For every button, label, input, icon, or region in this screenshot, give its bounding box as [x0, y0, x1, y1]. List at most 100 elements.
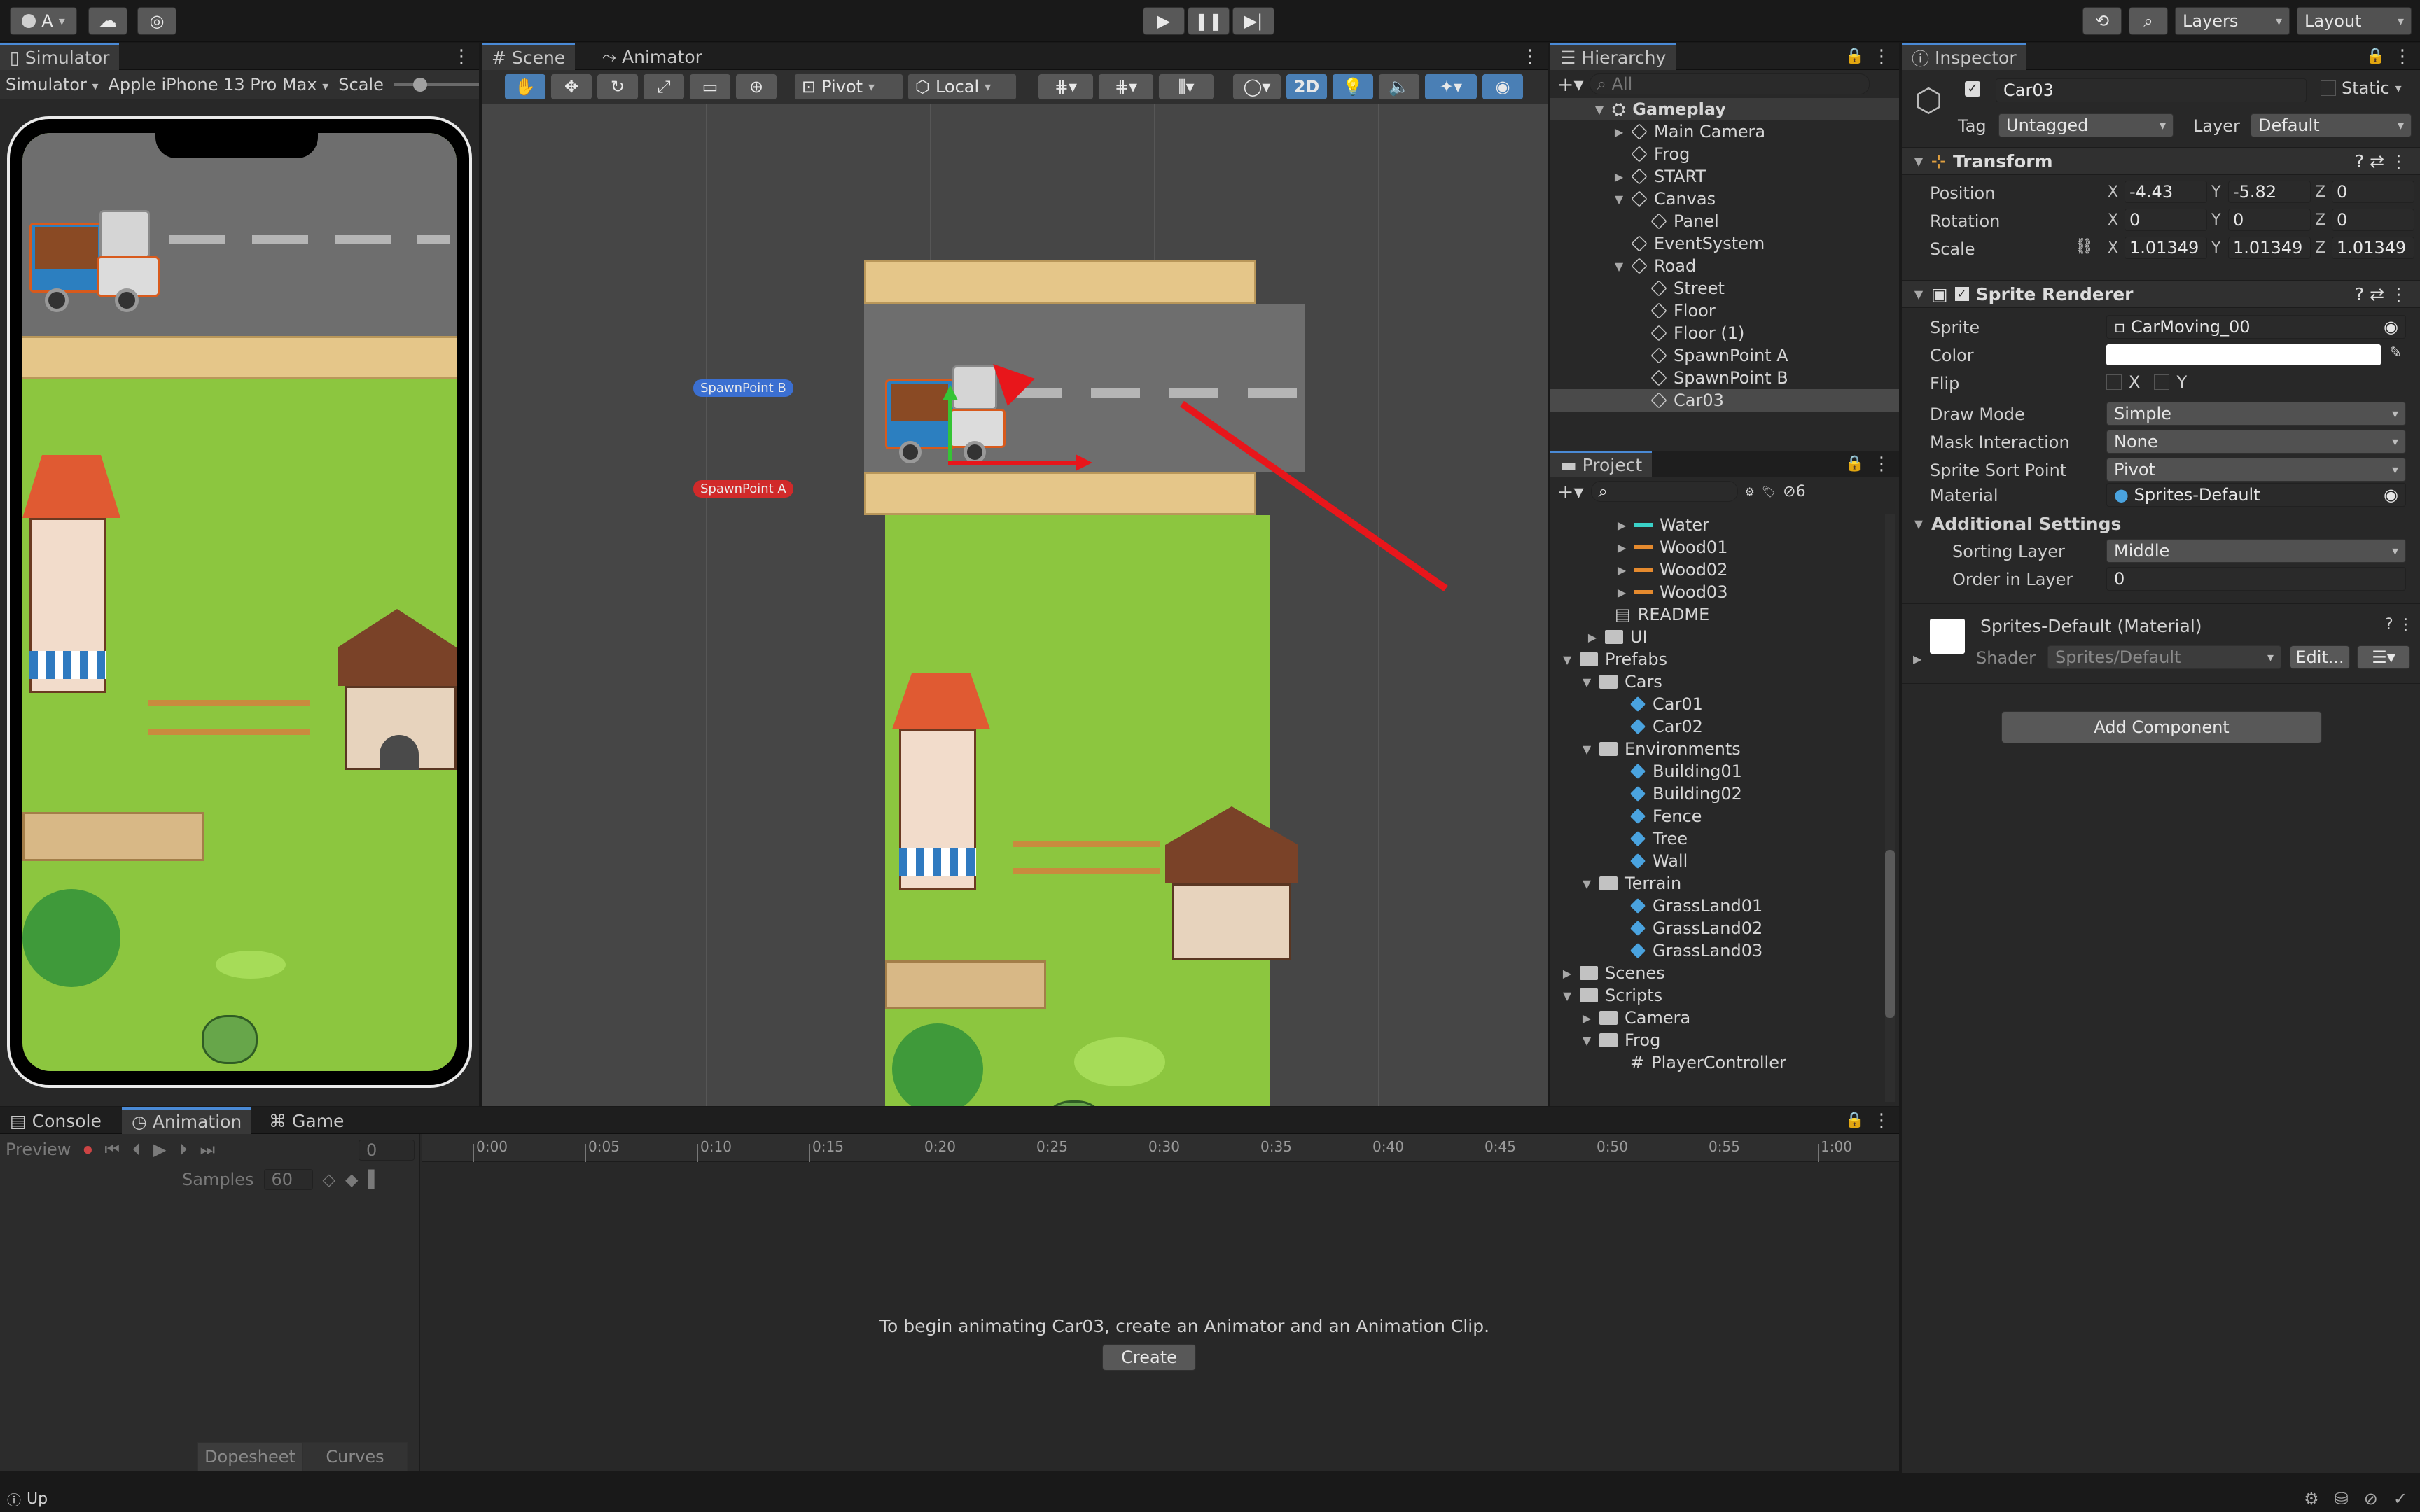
simulator-mode-dropdown[interactable]: Simulator ▾: [6, 75, 99, 94]
transform-rotation-x-input[interactable]: 0: [2125, 209, 2207, 231]
project-item[interactable]: ▼ Terrain: [1581, 872, 1681, 895]
debug-icon[interactable]: ⚙: [2304, 1489, 2319, 1508]
layer-dropdown[interactable]: Default ▾: [2251, 113, 2412, 137]
add-keyframe-icon[interactable]: ◇: [323, 1170, 335, 1189]
tab-hierarchy[interactable]: ☰ Hierarchy: [1550, 43, 1676, 70]
dopesheet-tab[interactable]: Dopesheet: [197, 1442, 302, 1471]
transform-scale-x-input[interactable]: 1.01349: [2125, 237, 2207, 259]
last-key-icon[interactable]: ⏭: [200, 1140, 216, 1159]
draw-mode-dropdown[interactable]: Simple ▾: [2106, 402, 2406, 426]
frame-input[interactable]: 0: [359, 1140, 415, 1161]
network-icon[interactable]: ⊘: [2364, 1489, 2378, 1508]
material-field[interactable]: ● Sprites-Default ◉: [2106, 483, 2406, 507]
sprite-field[interactable]: ▫ CarMoving_00 ◉: [2106, 315, 2406, 339]
panel-menu-icon[interactable]: ⋮: [1872, 46, 1891, 67]
filter-label-icon[interactable]: 🏷: [1762, 485, 1776, 498]
game-view-screen[interactable]: [22, 133, 457, 1071]
tab-console[interactable]: ▤ Console: [0, 1107, 111, 1134]
progress-icon[interactable]: ✓: [2393, 1489, 2407, 1508]
rect-tool-button[interactable]: ▭: [689, 74, 731, 100]
sorting-layer-dropdown[interactable]: Middle ▾: [2106, 539, 2406, 563]
project-search-input[interactable]: ⌕: [1590, 481, 1738, 502]
project-item[interactable]: Fence: [1612, 805, 1702, 827]
layers-dropdown[interactable]: Layers ▾: [2175, 7, 2290, 35]
preview-button[interactable]: Preview: [6, 1140, 71, 1159]
tab-simulator[interactable]: ▯ Simulator: [0, 43, 120, 70]
tab-scene[interactable]: # Scene: [482, 43, 576, 70]
hierarchy-search-input[interactable]: ⌕ All: [1589, 74, 1870, 94]
filter-type-icon[interactable]: ⚙: [1745, 485, 1755, 498]
prev-key-icon[interactable]: ⏴: [132, 1140, 141, 1159]
project-item[interactable]: GrassLand03: [1612, 939, 1762, 962]
first-key-icon[interactable]: ⏮: [104, 1140, 120, 1159]
timeline-ruler[interactable]: 0:00 0:05 0:10 0:15 0:20 0:25 0:30 0:35 0:40 0:45…: [422, 1134, 1899, 1162]
hierarchy-item-road[interactable]: ▼ Road: [1613, 255, 1696, 277]
tab-project[interactable]: ▬ Project: [1550, 451, 1653, 477]
panel-menu-icon[interactable]: ⋮: [452, 46, 471, 67]
spawnpoint-b-label[interactable]: SpawnPoint B: [693, 379, 793, 397]
search-button[interactable]: ⌕: [2129, 7, 2168, 35]
add-component-button[interactable]: Add Component: [2001, 711, 2322, 743]
rotate-tool-button[interactable]: ↻: [597, 74, 639, 100]
project-item[interactable]: ▶ Wood01: [1616, 536, 1728, 559]
object-picker-icon[interactable]: ◉: [2384, 317, 2398, 337]
pivot-dropdown[interactable]: ⊡ Pivot ▾: [794, 74, 903, 100]
project-item[interactable]: ▶ Camera: [1581, 1007, 1690, 1029]
enabled-checkbox[interactable]: ✓: [1954, 287, 1969, 301]
hierarchy-item-spawnpoint-a[interactable]: SpawnPoint A: [1650, 344, 1788, 367]
project-item[interactable]: Building02: [1612, 783, 1742, 805]
2d-toggle-button[interactable]: 2D: [1286, 74, 1328, 100]
project-item[interactable]: Wall: [1612, 850, 1688, 872]
hand-tool-button[interactable]: ✋: [504, 74, 546, 100]
project-item[interactable]: ▼ Environments: [1581, 738, 1741, 760]
samples-input[interactable]: 60: [263, 1169, 313, 1190]
cloud-button[interactable]: ☁: [88, 7, 127, 35]
additional-settings-foldout[interactable]: ▼ Additional Settings: [1913, 514, 2122, 534]
scale-slider[interactable]: [393, 78, 479, 92]
curves-tab[interactable]: Curves: [302, 1442, 408, 1471]
effects-button[interactable]: ✦▾: [1424, 74, 1477, 100]
static-checkbox[interactable]: [2321, 80, 2336, 96]
account-button[interactable]: A ▾: [10, 7, 77, 35]
transform-scale-y-input[interactable]: 1.01349: [2228, 237, 2311, 259]
project-item[interactable]: Car02: [1612, 715, 1703, 738]
lock-icon[interactable]: 🔒: [1845, 1112, 1864, 1129]
add-key-icon[interactable]: ◆: [345, 1170, 358, 1189]
project-item[interactable]: ▤ README: [1597, 603, 1709, 626]
project-item[interactable]: ▶ Wood02: [1616, 559, 1728, 581]
transform-scale-z-input[interactable]: 1.01349: [2332, 237, 2414, 259]
tab-game[interactable]: ⌘ Game: [259, 1107, 354, 1134]
scale-tool-button[interactable]: ⤢: [643, 74, 685, 100]
hierarchy-item-gameplay[interactable]: ▼ ⛭ Gameplay: [1550, 98, 1899, 120]
play-icon[interactable]: ▶: [153, 1140, 166, 1159]
transform-tool-button[interactable]: ⊕: [735, 74, 777, 100]
transform-rotation-z-input[interactable]: 0: [2332, 209, 2414, 231]
tab-inspector[interactable]: ⓘ Inspector: [1902, 43, 2026, 70]
edit-shader-button[interactable]: Edit...: [2290, 645, 2350, 669]
hierarchy-item-frog[interactable]: Frog: [1631, 143, 1690, 165]
color-swatch[interactable]: [2106, 344, 2381, 365]
hierarchy-item-start[interactable]: ▶ START: [1613, 165, 1706, 188]
project-item[interactable]: GrassLand01: [1612, 895, 1762, 917]
project-item[interactable]: ▶ UI: [1587, 626, 1648, 648]
panel-menu-icon[interactable]: ⋮: [2393, 46, 2412, 67]
transform-rotation-y-input[interactable]: 0: [2228, 209, 2311, 231]
sprite-renderer-header[interactable]: ▼ ▣ ✓ Sprite Renderer? ⇄ ⋮: [1902, 280, 2420, 308]
draw-mode-button[interactable]: ◯▾: [1232, 74, 1281, 100]
flip-y-checkbox[interactable]: [2154, 374, 2170, 390]
transform-position-x-input[interactable]: -4.43: [2125, 181, 2207, 203]
move-tool-button[interactable]: ✥: [550, 74, 592, 100]
panel-menu-icon[interactable]: ⋮: [1872, 1110, 1891, 1131]
active-checkbox[interactable]: ✓: [1965, 81, 1980, 97]
hierarchy-item-car03[interactable]: Car03: [1550, 389, 1899, 412]
project-item[interactable]: GrassLand02: [1612, 917, 1762, 939]
panel-menu-icon[interactable]: ⋮: [1872, 454, 1891, 475]
lock-icon[interactable]: 🔒: [1845, 455, 1864, 472]
undo-history-button[interactable]: ⟲: [2082, 7, 2122, 35]
project-item[interactable]: ▼ Prefabs: [1562, 648, 1667, 671]
project-item[interactable]: ▼ Scripts: [1562, 984, 1662, 1007]
hierarchy-item-street[interactable]: Street: [1650, 277, 1725, 300]
project-item[interactable]: Car01: [1612, 693, 1703, 715]
tab-animation[interactable]: ◷ Animation: [122, 1107, 252, 1134]
flip-x-checkbox[interactable]: [2106, 374, 2122, 390]
